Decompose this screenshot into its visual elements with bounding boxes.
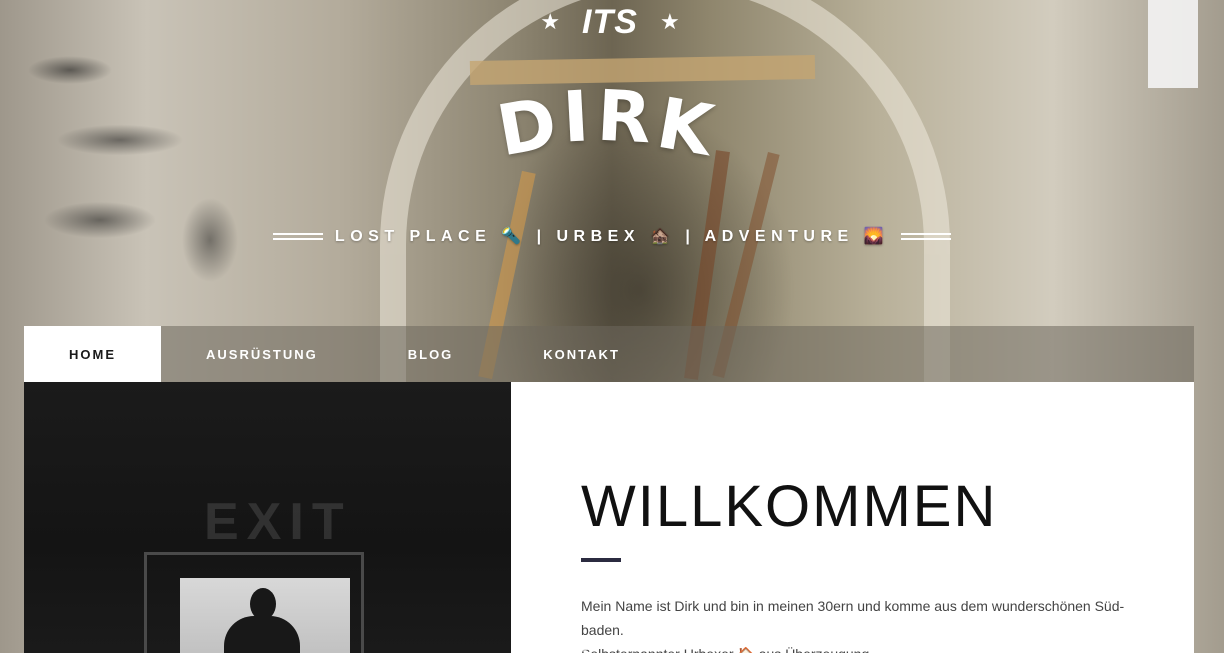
hero-image: EXIT xyxy=(24,382,511,653)
star-icon: ★ xyxy=(659,9,680,34)
intro-line: Selbsternannter Urbexer 🏠 aus Überzeugun… xyxy=(581,642,1141,653)
nav-item-ausruestung[interactable]: AUSRÜSTUNG xyxy=(161,326,363,382)
logo-top: ★ ITS ★ xyxy=(520,2,700,42)
intro-line: Mein Name ist Dirk und bin in meinen 30e… xyxy=(581,598,1125,638)
nav-item-home[interactable]: HOME xyxy=(24,326,161,382)
nav-item-blog[interactable]: BLOG xyxy=(363,326,499,382)
main-nav: HOME AUSRÜSTUNG BLOG KONTAKT xyxy=(24,326,1194,382)
background-window xyxy=(1148,0,1198,88)
person-silhouette xyxy=(222,588,302,653)
page-title: WILLKOMMEN xyxy=(581,474,998,539)
logo-letter: I xyxy=(560,75,591,159)
logo-letter: K xyxy=(651,81,719,172)
background-graffiti xyxy=(10,10,240,310)
logo-dirk-text: D I R K xyxy=(470,66,740,173)
logo-its-text: ITS xyxy=(582,2,638,41)
exit-sign-text: EXIT xyxy=(204,493,352,551)
title-underline xyxy=(581,558,621,562)
tagline-rule-left xyxy=(272,232,323,240)
nav-item-kontakt[interactable]: KONTAKT xyxy=(498,326,665,382)
intro-text: Mein Name ist Dirk und bin in meinen 30e… xyxy=(581,594,1141,653)
tagline-text: LOST PLACE 🔦 | URBEX 🏚️ | ADVENTURE 🌄 xyxy=(334,228,890,245)
star-icon: ★ xyxy=(540,9,561,34)
tagline-row: LOST PLACE 🔦 | URBEX 🏚️ | ADVENTURE 🌄 xyxy=(0,222,1224,250)
logo-letter: D xyxy=(491,81,563,173)
logo-letter: R xyxy=(595,74,654,160)
welcome-section: WILLKOMMEN Mein Name ist Dirk und bin in… xyxy=(511,382,1194,653)
tagline-rule-right xyxy=(901,232,952,240)
